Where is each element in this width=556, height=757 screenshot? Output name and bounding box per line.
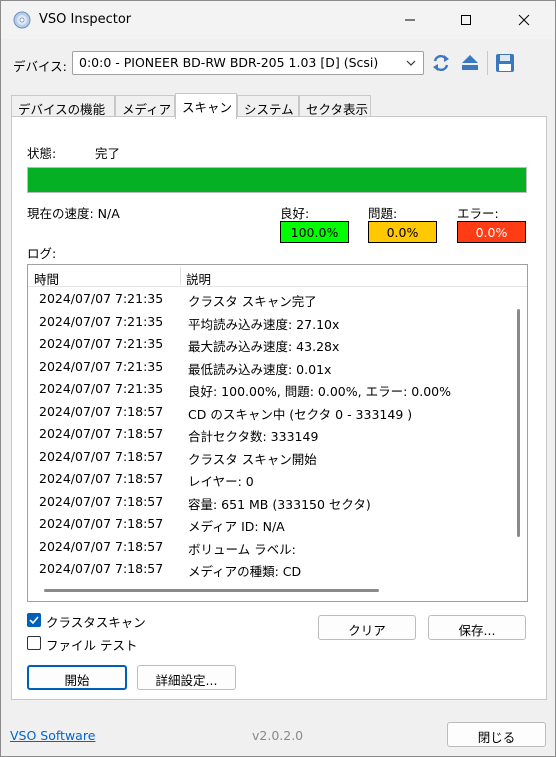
start-button[interactable]: 開始 bbox=[27, 665, 127, 690]
log-row-time: 2024/07/07 7:18:57 bbox=[39, 538, 164, 554]
log-label: ログ: bbox=[27, 246, 57, 261]
log-row[interactable]: 2024/07/07 7:21:35 最低読み込み速度: 0.01x bbox=[28, 355, 508, 378]
device-label: デバイス: bbox=[13, 59, 67, 74]
log-row-description: 容量: 651 MB (333150 セクタ) bbox=[188, 496, 371, 512]
log-row-description: CD のスキャン中 (セクタ 0 - 333149 ) bbox=[188, 406, 413, 422]
column-divider[interactable] bbox=[180, 267, 181, 285]
log-row[interactable]: 2024/07/07 7:18:57 CD のスキャン中 (セクタ 0 - 333… bbox=[28, 400, 508, 423]
cd-disc-icon bbox=[13, 11, 31, 29]
good-value-box: 100.0% bbox=[280, 221, 349, 243]
eject-icon[interactable] bbox=[459, 52, 481, 74]
log-row-time: 2024/07/07 7:18:57 bbox=[39, 493, 164, 509]
window-title: VSO Inspector bbox=[39, 12, 132, 27]
log-row[interactable]: 2024/07/07 7:21:35 クラスタ スキャン完了 bbox=[28, 287, 508, 310]
log-list[interactable]: 時間 説明 2024/07/07 7:21:35 クラスタ スキャン完了 2024/… bbox=[27, 264, 528, 602]
log-vertical-scroll-thumb[interactable] bbox=[517, 309, 520, 537]
log-row-description: 平均読み込み速度: 27.10x bbox=[188, 316, 340, 332]
log-row-description: ボリューム ラベル: bbox=[188, 541, 296, 557]
log-row-description: 合計セクタ数: 333149 bbox=[188, 429, 319, 444]
log-row-time: 2024/07/07 7:18:57 bbox=[39, 471, 164, 486]
good-label: 良好: bbox=[280, 206, 310, 221]
log-row-description: 最低読み込み速度: 0.01x bbox=[188, 361, 332, 377]
cluster-scan-checkbox[interactable] bbox=[27, 613, 41, 627]
save-log-button[interactable]: 保存... bbox=[428, 615, 526, 640]
title-bar[interactable]: VSO Inspector bbox=[1, 1, 555, 39]
log-row-description: レイヤー: 0 bbox=[188, 474, 254, 489]
maximize-icon bbox=[461, 15, 471, 25]
version-text: v2.0.2.0 bbox=[252, 728, 304, 743]
log-row-time: 2024/07/07 7:21:35 bbox=[39, 313, 164, 329]
log-row-time: 2024/07/07 7:21:35 bbox=[39, 291, 164, 306]
scan-progress-fill bbox=[28, 168, 526, 192]
minimize-button[interactable] bbox=[387, 1, 433, 39]
log-row-time: 2024/07/07 7:18:57 bbox=[39, 516, 164, 531]
log-header: 時間 説明 bbox=[28, 265, 527, 287]
minimize-icon bbox=[405, 19, 415, 21]
log-horizontal-scroll-thumb[interactable] bbox=[44, 589, 379, 592]
vso-software-link[interactable]: VSO Software bbox=[10, 728, 95, 743]
log-row-time: 2024/07/07 7:18:57 bbox=[39, 403, 164, 419]
device-select-value: 0:0:0 - PIONEER BD-RW BDR-205 1.03 [D] (… bbox=[79, 55, 379, 70]
refresh-icon[interactable] bbox=[430, 52, 452, 74]
log-horizontal-scrollbar[interactable] bbox=[28, 581, 512, 601]
log-row[interactable]: 2024/07/07 7:18:57 クラスタ スキャン開始 bbox=[28, 445, 508, 468]
clear-button[interactable]: クリア bbox=[318, 615, 416, 640]
error-value-box: 0.0% bbox=[457, 221, 526, 243]
cluster-scan-label[interactable]: クラスタスキャン bbox=[46, 612, 146, 631]
tab-scan[interactable]: スキャン bbox=[175, 93, 237, 119]
tab-system[interactable]: システム bbox=[237, 95, 299, 117]
toolbar-separator bbox=[487, 51, 488, 75]
tab-sector-view[interactable]: セクタ表示 bbox=[299, 95, 371, 117]
log-row-time: 2024/07/07 7:18:57 bbox=[39, 448, 164, 464]
device-select[interactable]: 0:0:0 - PIONEER BD-RW BDR-205 1.03 [D] (… bbox=[72, 51, 424, 75]
log-row[interactable]: 2024/07/07 7:21:35 平均読み込み速度: 27.10x bbox=[28, 310, 508, 333]
log-row-description: メディアの種類: CD bbox=[188, 564, 302, 579]
tab-media[interactable]: メディア bbox=[115, 95, 175, 117]
log-row[interactable]: 2024/07/07 7:18:57 レイヤー: 0 bbox=[28, 467, 508, 490]
main-window: VSO Inspector デバイス: 0:0:0 - PIONEER BD-R… bbox=[0, 0, 556, 757]
log-row-description: 最大読み込み速度: 43.28x bbox=[188, 339, 340, 354]
status-value: 完了 bbox=[95, 146, 121, 161]
checkmark-icon bbox=[29, 616, 39, 625]
scan-progress-bar bbox=[27, 167, 527, 193]
close-window-button[interactable] bbox=[501, 1, 547, 39]
log-row-description: クラスタ スキャン開始 bbox=[188, 451, 317, 467]
log-row-description: クラスタ スキャン完了 bbox=[188, 294, 317, 309]
log-row[interactable]: 2024/07/07 7:18:57 ボリューム ラベル: bbox=[28, 535, 508, 558]
problem-value-box: 0.0% bbox=[368, 221, 437, 243]
log-vertical-scrollbar[interactable] bbox=[511, 287, 527, 581]
log-row-time: 2024/07/07 7:21:35 bbox=[39, 358, 164, 374]
log-header-time[interactable]: 時間 bbox=[34, 269, 59, 288]
log-row-description: メディア ID: N/A bbox=[188, 519, 285, 534]
maximize-button[interactable] bbox=[443, 1, 489, 39]
log-row-time: 2024/07/07 7:21:35 bbox=[39, 336, 164, 351]
log-row[interactable]: 2024/07/07 7:18:57 メディア ID: N/A bbox=[28, 512, 508, 535]
save-icon[interactable] bbox=[494, 52, 516, 74]
log-row[interactable]: 2024/07/07 7:21:35 最大読み込み速度: 43.28x bbox=[28, 332, 508, 355]
status-label: 状態: bbox=[27, 146, 57, 161]
scan-panel: 状態: 完了 現在の速度: N/A 良好: 100.0% 問題: 0.0% エラ… bbox=[11, 116, 547, 700]
error-label: エラー: bbox=[457, 206, 499, 221]
close-icon bbox=[518, 14, 530, 26]
current-speed-label: 現在の速度: N/A bbox=[27, 206, 120, 221]
tab-device-capabilities[interactable]: デバイスの機能 bbox=[11, 95, 115, 117]
log-row-description: 良好: 100.00%, 問題: 0.00%, エラー: 0.00% bbox=[188, 384, 451, 399]
file-test-label[interactable]: ファイル テスト bbox=[46, 635, 137, 654]
problem-label: 問題: bbox=[368, 206, 398, 221]
log-row-time: 2024/07/07 7:18:57 bbox=[39, 426, 164, 441]
log-row[interactable]: 2024/07/07 7:18:57 容量: 651 MB (333150 セクタ… bbox=[28, 490, 508, 513]
log-row[interactable]: 2024/07/07 7:18:57 合計セクタ数: 333149 bbox=[28, 422, 508, 445]
log-row[interactable]: 2024/07/07 7:21:35 良好: 100.00%, 問題: 0.00%… bbox=[28, 377, 508, 400]
log-row[interactable]: 2024/07/07 7:18:57 メディアの種類: CD bbox=[28, 557, 508, 580]
log-row-time: 2024/07/07 7:18:57 bbox=[39, 561, 164, 576]
file-test-checkbox[interactable] bbox=[27, 636, 41, 650]
chevron-down-icon bbox=[406, 60, 416, 66]
log-row-time: 2024/07/07 7:21:35 bbox=[39, 381, 164, 396]
close-button[interactable]: 閉じる bbox=[447, 722, 546, 747]
advanced-settings-button[interactable]: 詳細設定... bbox=[137, 665, 236, 690]
log-header-description[interactable]: 説明 bbox=[186, 269, 211, 288]
